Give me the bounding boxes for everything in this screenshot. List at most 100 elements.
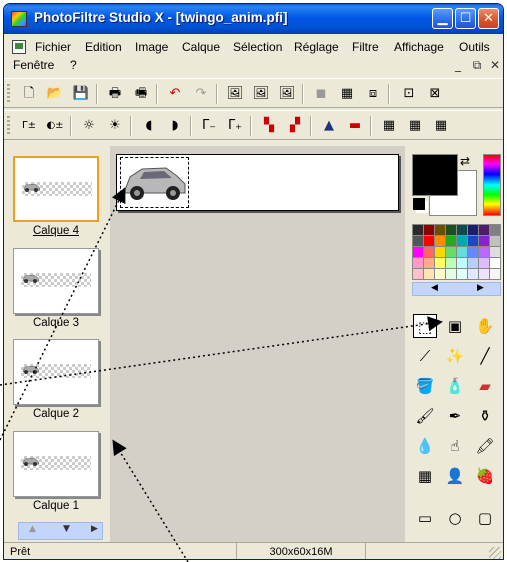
palette-swatch[interactable] (435, 258, 445, 268)
hand-pan-icon[interactable]: ✋ (473, 314, 497, 338)
palette-swatch[interactable] (424, 269, 434, 279)
gamma-plus-icon[interactable]: Γ₊ (226, 117, 244, 135)
palette-swatch[interactable] (457, 269, 467, 279)
fade-icon[interactable]: ▬ (346, 117, 364, 135)
palette-swatch[interactable] (479, 225, 489, 235)
fill-bucket-icon[interactable]: 🪣 (413, 374, 437, 398)
palette-swatch[interactable] (413, 258, 423, 268)
stamp-icon[interactable]: ⚱ (473, 404, 497, 428)
palette-swatch[interactable] (424, 258, 434, 268)
palette-swatch[interactable] (457, 236, 467, 246)
palette-swatch[interactable] (435, 269, 445, 279)
menu-affichage[interactable]: Affichage (394, 40, 444, 54)
palette-swatch[interactable] (435, 225, 445, 235)
deform-grid-icon[interactable]: ▦ (413, 464, 437, 488)
layer-label-1[interactable]: Calque 1 (8, 500, 104, 512)
eyedropper-icon[interactable]: ⟋ (413, 344, 437, 368)
color-palette-icon[interactable]: ▦ (338, 85, 356, 103)
title-bar[interactable]: PhotoFiltre Studio X - [twingo_anim.pfi]… (4, 4, 503, 34)
grid-filter-icon-3[interactable]: ▦ (432, 117, 450, 135)
scroll-right-icon[interactable]: ▶ (91, 524, 98, 534)
saturation-plus-icon[interactable]: ▞ (286, 117, 304, 135)
blur-drop-icon[interactable]: 💧 (413, 434, 437, 458)
palette-swatch[interactable] (468, 269, 478, 279)
scroll-down-icon[interactable]: ▼ (63, 524, 70, 534)
color-palette[interactable] (412, 224, 501, 280)
toolbar-grip[interactable] (7, 116, 10, 136)
palette-swatch[interactable] (490, 225, 500, 235)
menu-fenetre[interactable]: Fenêtre (13, 58, 54, 72)
save-icon[interactable]: 💾 (72, 85, 90, 103)
palette-swatch[interactable] (446, 225, 456, 235)
copy-image-icon[interactable]: 🖼 (226, 85, 244, 103)
color-spectrum[interactable] (483, 154, 501, 216)
menu-filtre[interactable]: Filtre (352, 40, 379, 54)
palette-swatch[interactable] (490, 269, 500, 279)
palette-swatch[interactable] (490, 258, 500, 268)
palette-swatch[interactable] (468, 236, 478, 246)
palette-navigation[interactable]: ◀ ▶ (412, 282, 501, 296)
menu-outils[interactable]: Outils (459, 40, 490, 54)
palette-next-icon[interactable]: ▶ (477, 283, 484, 293)
saturation-minus-icon[interactable]: ▚ (260, 117, 278, 135)
grid-filter-icon-1[interactable]: ▦ (380, 117, 398, 135)
close-button[interactable]: ✕ (478, 8, 499, 29)
image-size-icon[interactable]: ⧈ (364, 85, 382, 103)
palette-swatch[interactable] (424, 236, 434, 246)
paste-new-icon[interactable]: 🖼 (278, 85, 296, 103)
palette-swatch[interactable] (413, 247, 423, 257)
grid-filter-icon-2[interactable]: ▦ (406, 117, 424, 135)
auto-contrast-icon[interactable]: ◐± (46, 117, 64, 135)
magic-wand-select-icon[interactable]: ▣ (443, 314, 467, 338)
palette-swatch[interactable] (457, 225, 467, 235)
palette-prev-icon[interactable]: ◀ (431, 283, 438, 293)
strawberry-icon[interactable]: 🍓 (473, 464, 497, 488)
mdi-close-icon[interactable]: ✕ (488, 58, 502, 72)
gamma-minus-icon[interactable]: Γ₋ (200, 117, 218, 135)
contrast-minus-icon[interactable]: ◖ (140, 117, 158, 135)
mdi-restore-icon[interactable]: ⧉ (470, 58, 484, 72)
palette-swatch[interactable] (446, 269, 456, 279)
layer-thumbnail-3[interactable] (13, 248, 99, 314)
palette-swatch[interactable] (424, 225, 434, 235)
smudge-finger-icon[interactable]: ☝ (443, 434, 467, 458)
new-document-icon[interactable]: 🗋 (20, 85, 38, 103)
selection-tool-icon[interactable]: ⬚ (413, 314, 437, 338)
layer-label-4[interactable]: Calque 4 (8, 225, 104, 237)
menu-calque[interactable]: Calque (182, 40, 220, 54)
palette-swatch[interactable] (479, 247, 489, 257)
palette-swatch[interactable] (413, 236, 423, 246)
open-folder-icon[interactable]: 📂 (46, 85, 64, 103)
layer-thumbnail-1[interactable] (13, 431, 99, 497)
palette-swatch[interactable] (413, 269, 423, 279)
mdi-minimize-icon[interactable]: _ (451, 58, 465, 72)
scan-icon[interactable]: 🖷 (132, 85, 150, 103)
magic-wand-icon[interactable]: ✨ (443, 344, 467, 368)
clone-brush-icon[interactable]: 🖍 (473, 434, 497, 458)
swap-colors-icon[interactable]: ⇄ (460, 154, 470, 168)
undo-icon[interactable]: ↶ (166, 85, 184, 103)
paste-image-icon[interactable]: 🖼 (252, 85, 270, 103)
workspace[interactable] (110, 146, 405, 542)
palette-swatch[interactable] (479, 269, 489, 279)
scroll-up-icon[interactable]: ▲ (29, 524, 36, 534)
image-document[interactable] (116, 154, 399, 211)
eraser-icon[interactable]: ▰ (473, 374, 497, 398)
palette-swatch[interactable] (468, 258, 478, 268)
rectangle-shape-icon[interactable]: ▭ (413, 506, 437, 530)
advanced-brush-icon[interactable]: ✒ (443, 404, 467, 428)
palette-swatch[interactable] (457, 258, 467, 268)
brush-icon[interactable]: 🖌 (413, 404, 437, 428)
line-tool-icon[interactable]: ╱ (473, 344, 497, 368)
palette-swatch[interactable] (468, 247, 478, 257)
contrast-plus-icon[interactable]: ◗ (166, 117, 184, 135)
menu-reglage[interactable]: Réglage (294, 40, 339, 54)
redo-icon[interactable]: ↷ (192, 85, 210, 103)
palette-swatch[interactable] (413, 225, 423, 235)
photofiltre-app-icon[interactable] (11, 11, 27, 27)
auto-levels-icon[interactable]: Γ± (20, 117, 38, 135)
palette-swatch[interactable] (490, 247, 500, 257)
spray-can-icon[interactable]: 🧴 (443, 374, 467, 398)
layer-label-3[interactable]: Calque 3 (8, 317, 104, 329)
sharpen-icon[interactable]: ▲ (320, 117, 338, 135)
